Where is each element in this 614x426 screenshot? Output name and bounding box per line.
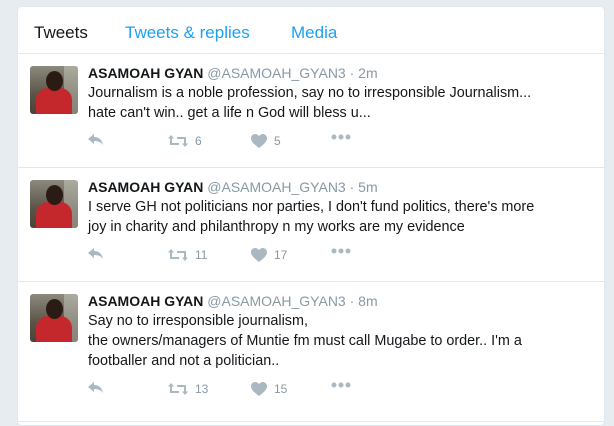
tweet-text: Say no to irresponsible journalism, the … [88,313,522,369]
avatar[interactable] [30,66,78,114]
like-count: 5 [274,134,281,148]
like-button[interactable]: 15 [251,382,287,396]
tweet-content: ASAMOAH GYAN @ASAMOAH_GYAN3 · 5m I serve… [88,178,594,237]
more-dots-icon [331,382,351,388]
tweet-text: I serve GH not politicians nor parties, … [88,199,535,235]
reply-icon [88,134,103,145]
tweet-header: ASAMOAH GYAN @ASAMOAH_GYAN3 · 8m [88,292,594,310]
like-button[interactable]: 17 [251,248,287,262]
retweet-count: 13 [195,382,209,396]
heart-icon [251,382,267,396]
heart-icon [251,248,267,262]
tweet-author-handle[interactable]: @ASAMOAH_GYAN3 [207,293,345,309]
retweet-button[interactable]: 13 [168,382,208,396]
like-button[interactable]: 5 [251,134,281,148]
more-button[interactable] [331,134,351,140]
tweet-author-handle[interactable]: @ASAMOAH_GYAN3 [207,65,345,81]
tweet-author-name[interactable]: ASAMOAH GYAN [88,179,203,195]
reply-icon [88,382,103,393]
tweet-author-handle[interactable]: @ASAMOAH_GYAN3 [207,179,345,195]
tab-media[interactable]: Media [291,23,337,43]
retweet-icon [168,249,188,261]
tweet-content: ASAMOAH GYAN @ASAMOAH_GYAN3 · 2m Journal… [88,64,594,123]
tab-tweets-and-replies[interactable]: Tweets & replies [125,23,250,43]
retweet-count: 11 [195,248,208,262]
like-count: 17 [274,248,288,262]
reply-button[interactable] [88,134,104,146]
retweet-count: 6 [195,134,202,148]
heart-icon [251,134,267,148]
avatar[interactable] [30,180,78,228]
more-dots-icon [331,134,351,140]
tweet-item[interactable]: ASAMOAH GYAN @ASAMOAH_GYAN3 · 5m I serve… [18,168,604,282]
tweet-timestamp[interactable]: 5m [358,179,377,195]
tweet-timestamp[interactable]: 8m [358,293,377,309]
more-button[interactable] [331,248,351,254]
profile-tabs: Tweets Tweets & replies Media [18,7,604,54]
tweet-author-name[interactable]: ASAMOAH GYAN [88,65,203,81]
reply-button[interactable] [88,248,104,260]
tweet-item[interactable]: ASAMOAH GYAN @ASAMOAH_GYAN3 · 8m Say no … [18,282,604,422]
tweet-content: ASAMOAH GYAN @ASAMOAH_GYAN3 · 8m Say no … [88,292,594,371]
tweet-separator: · [349,179,355,195]
tweet-header: ASAMOAH GYAN @ASAMOAH_GYAN3 · 2m [88,64,594,82]
retweet-icon [168,383,188,395]
more-dots-icon [331,248,351,254]
profile-timeline-card: Tweets Tweets & replies Media ASAMOAH GY… [17,6,605,426]
more-button[interactable] [331,382,351,388]
tab-tweets[interactable]: Tweets [34,23,88,43]
tweet-header: ASAMOAH GYAN @ASAMOAH_GYAN3 · 5m [88,178,594,196]
tweet-separator: · [349,293,355,309]
tweet-timestamp[interactable]: 2m [358,65,377,81]
avatar[interactable] [30,294,78,342]
like-count: 15 [274,382,288,396]
tweet-text: Journalism is a noble profession, say no… [88,85,532,121]
reply-button[interactable] [88,382,104,394]
retweet-button[interactable]: 6 [168,134,202,148]
reply-icon [88,248,103,259]
tweet-separator: · [349,65,355,81]
retweet-button[interactable]: 11 [168,248,207,262]
tweet-item[interactable]: ASAMOAH GYAN @ASAMOAH_GYAN3 · 2m Journal… [18,54,604,168]
tweet-author-name[interactable]: ASAMOAH GYAN [88,293,203,309]
retweet-icon [168,135,188,147]
